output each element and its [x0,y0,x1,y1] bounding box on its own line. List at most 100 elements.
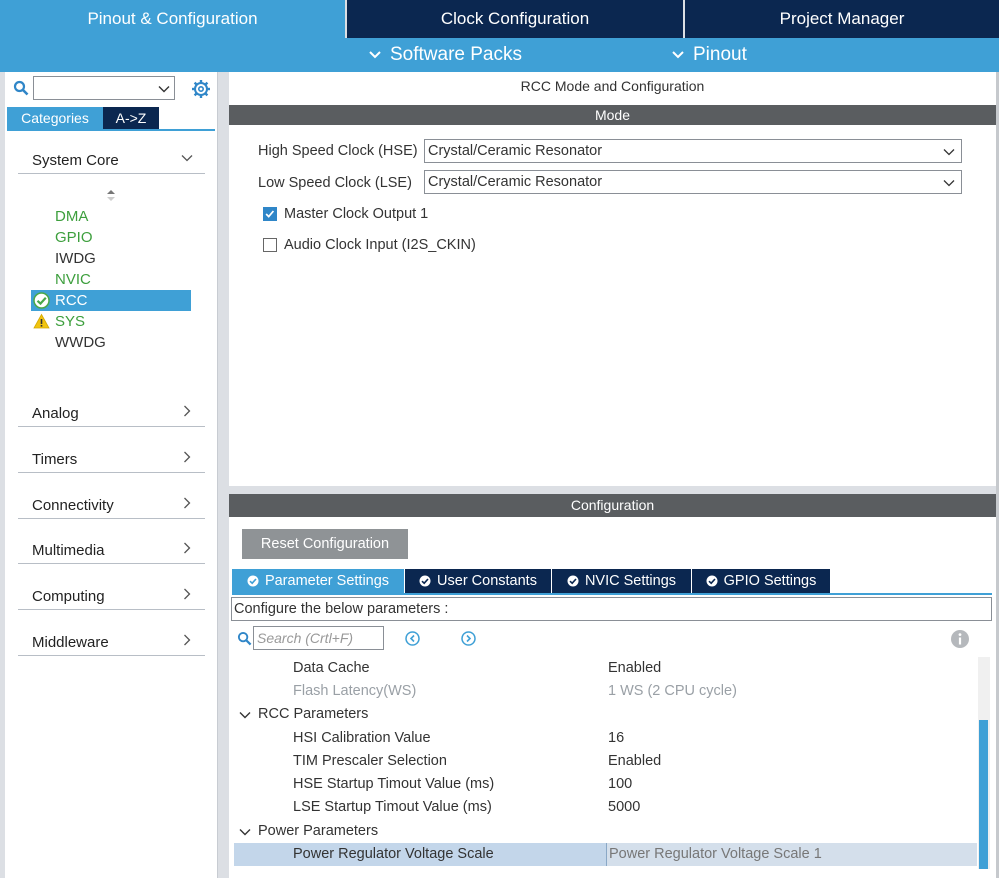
group-multimedia[interactable]: Multimedia [18,534,205,564]
reset-configuration-button[interactable]: Reset Configuration [242,529,408,559]
param-row-flash-latency: Flash Latency(WS) 1 WS (2 CPU cycle) [234,680,977,703]
sidebar-item-wwdg[interactable]: WWDG [31,332,191,353]
pinout-label: Pinout [693,44,747,65]
check-circle-icon [706,575,718,587]
sidebar-item-sys[interactable]: SYS [31,311,191,332]
tab-clock-configuration[interactable]: Clock Configuration [347,0,685,38]
check-circle-icon [33,292,50,309]
group-connectivity[interactable]: Connectivity [18,489,205,519]
group-label: Multimedia [32,542,105,559]
previous-icon[interactable] [405,631,420,646]
check-circle-icon [247,575,259,587]
mode-section-header: Mode [229,105,996,125]
tab-parameter-settings[interactable]: Parameter Settings [232,569,404,593]
sidebar-item-label: DMA [55,208,89,225]
param-row-power-regulator[interactable]: Power Regulator Voltage Scale Power Regu… [234,843,977,866]
param-name: Data Cache [293,660,370,676]
param-value: 5000 [608,799,641,815]
category-search-select[interactable] [33,76,175,100]
tab-gpio-settings[interactable]: GPIO Settings [692,569,830,593]
sidebar-item-rcc[interactable]: RCC [31,290,191,311]
info-icon[interactable] [950,629,970,649]
tab-nvic-settings[interactable]: NVIC Settings [552,569,691,593]
software-packs-menu[interactable]: Software Packs [368,38,522,72]
category-panel: Categories A->Z System Core DMA GPIO IWD… [5,72,218,878]
checkbox-label: Master Clock Output 1 [284,206,429,222]
chevron-down-icon [181,155,193,162]
parameter-search-input[interactable]: Search (Crtl+F) [253,626,384,650]
check-circle-icon [567,575,579,587]
chevron-right-icon [184,405,191,417]
search-icon[interactable] [13,80,29,96]
sidebar-item-label: IWDG [55,250,96,267]
tab-label: User Constants [437,573,537,589]
group-label: Connectivity [32,497,114,514]
checkbox-checked[interactable] [263,207,277,221]
group-label: Analog [32,405,79,422]
lse-label: Low Speed Clock (LSE) [258,175,412,191]
sidebar-item-nvic[interactable]: NVIC [31,269,191,290]
chevron-right-icon [184,497,191,509]
param-value: Enabled [608,753,662,769]
hse-label: High Speed Clock (HSE) [258,143,418,159]
tab-label: NVIC Settings [584,573,677,589]
param-value: 100 [608,776,633,792]
group-analog[interactable]: Analog [18,397,205,427]
category-search-row [5,74,218,102]
sidebar-item-dma[interactable]: DMA [31,206,191,227]
check-circle-icon [419,575,431,587]
lse-select[interactable]: Crystal/Ceramic Resonator [424,170,962,194]
group-name: RCC Parameters [258,706,369,722]
tab-project-manager[interactable]: Project Manager [685,0,999,38]
chevron-down-icon [672,51,684,59]
check-icon [265,210,275,218]
sidebar-item-label: NVIC [55,271,91,288]
group-computing[interactable]: Computing [18,580,205,610]
hse-select[interactable]: Crystal/Ceramic Resonator [424,139,962,163]
param-row-data-cache[interactable]: Data Cache Enabled [234,657,977,680]
next-icon[interactable] [461,631,476,646]
category-tabs: Categories A->Z [7,107,159,129]
param-name: LSE Startup Timout Value (ms) [293,799,492,815]
param-row-lse-startup[interactable]: LSE Startup Timout Value (ms) 5000 [234,796,977,819]
sidebar-item-gpio[interactable]: GPIO [31,227,191,248]
param-row-tim-prescaler[interactable]: TIM Prescaler Selection Enabled [234,750,977,773]
scrollbar-thumb[interactable] [979,720,988,869]
group-rcc-parameters[interactable]: RCC Parameters [234,703,977,726]
sidebar-item-label: WWDG [55,334,106,351]
group-timers[interactable]: Timers [18,443,205,473]
chevron-down-icon [158,86,170,93]
chevron-down-icon [943,149,955,156]
group-label: Middleware [32,634,109,651]
gear-icon[interactable] [191,79,211,99]
configuration-section-header: Configuration [229,494,996,517]
software-packs-label: Software Packs [390,44,522,65]
group-name: Power Parameters [258,823,379,839]
param-value: 1 WS (2 CPU cycle) [608,683,737,699]
search-icon [237,631,252,646]
category-tabs-underline [7,129,215,131]
param-row-hse-startup[interactable]: HSE Startup Timout Value (ms) 100 [234,773,977,796]
param-name: HSI Calibration Value [293,730,431,746]
checkbox-label: Audio Clock Input (I2S_CKIN) [284,237,476,253]
sort-icon[interactable] [106,188,116,202]
chevron-down-icon [369,51,381,59]
group-middleware[interactable]: Middleware [18,626,205,656]
param-value[interactable]: Power Regulator Voltage Scale 1 [606,843,977,866]
top-tab-bar: Pinout & Configuration Clock Configurati… [0,0,999,38]
param-row-hsi-calibration[interactable]: HSI Calibration Value 16 [234,727,977,750]
tab-user-constants[interactable]: User Constants [405,569,551,593]
tab-pinout-configuration[interactable]: Pinout & Configuration [0,0,347,38]
group-power-parameters[interactable]: Power Parameters [234,820,977,843]
configuration-tabs: Parameter Settings User Constants NVIC S… [232,569,831,593]
tab-a-z[interactable]: A->Z [103,107,159,129]
sidebar-item-iwdg[interactable]: IWDG [31,248,191,269]
checkbox-unchecked[interactable] [263,238,277,252]
chevron-right-icon [184,451,191,463]
param-name: Flash Latency(WS) [293,683,417,699]
chevron-down-icon [239,829,251,836]
group-system-core[interactable]: System Core [18,144,205,174]
tab-label: GPIO Settings [723,573,817,589]
pinout-menu[interactable]: Pinout [671,38,747,72]
tab-categories[interactable]: Categories [7,107,103,129]
